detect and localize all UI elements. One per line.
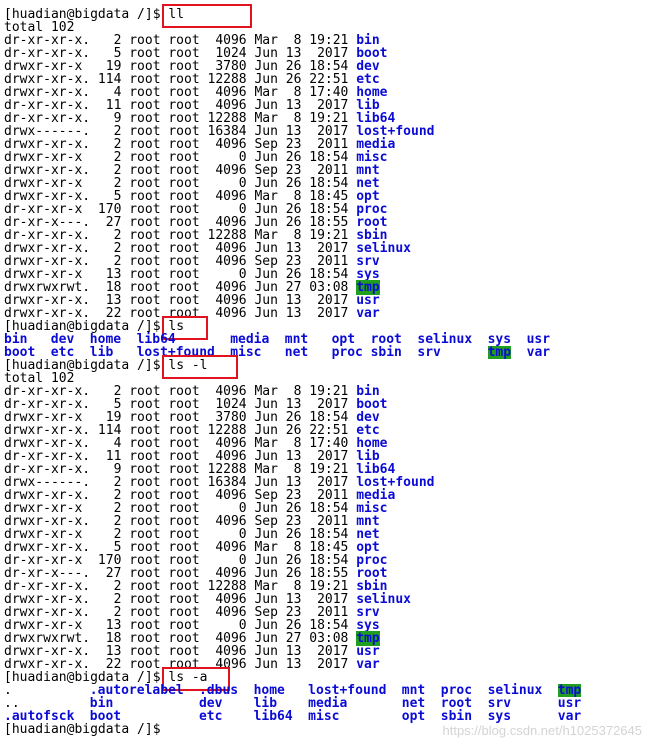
file-name: lib64 (253, 709, 293, 724)
file-name: net (284, 345, 309, 360)
file-name: sbin (440, 709, 473, 724)
command-text: ll (168, 7, 185, 22)
watermark: https://blog.csdn.net/h1025372645 (442, 723, 643, 738)
file-name: tmp (487, 345, 512, 360)
file-name: srv (417, 345, 441, 360)
terminal-output[interactable]: [huadian@bigdata /]$ ll total 102 dr-xr-xr… (4, 0, 650, 736)
file-name: etc (198, 709, 223, 724)
file-name: sbin (370, 345, 402, 360)
file-name: misc (230, 345, 262, 360)
file-name: opt (401, 709, 426, 724)
command-text: ls -l (168, 358, 208, 373)
file-name: proc (331, 345, 363, 360)
file-name: var (526, 345, 551, 360)
file-name: sys (487, 709, 512, 724)
file-name: misc (308, 709, 340, 724)
file-name: var (356, 306, 380, 321)
shell-prompt: [huadian@bigdata /]$ (4, 722, 169, 737)
prompt-line: [huadian@bigdata /]$ ls -l (4, 355, 650, 379)
file-name: var (557, 709, 582, 724)
file-name: var (356, 657, 380, 672)
prompt-line: [huadian@bigdata /]$ ll (4, 4, 650, 28)
